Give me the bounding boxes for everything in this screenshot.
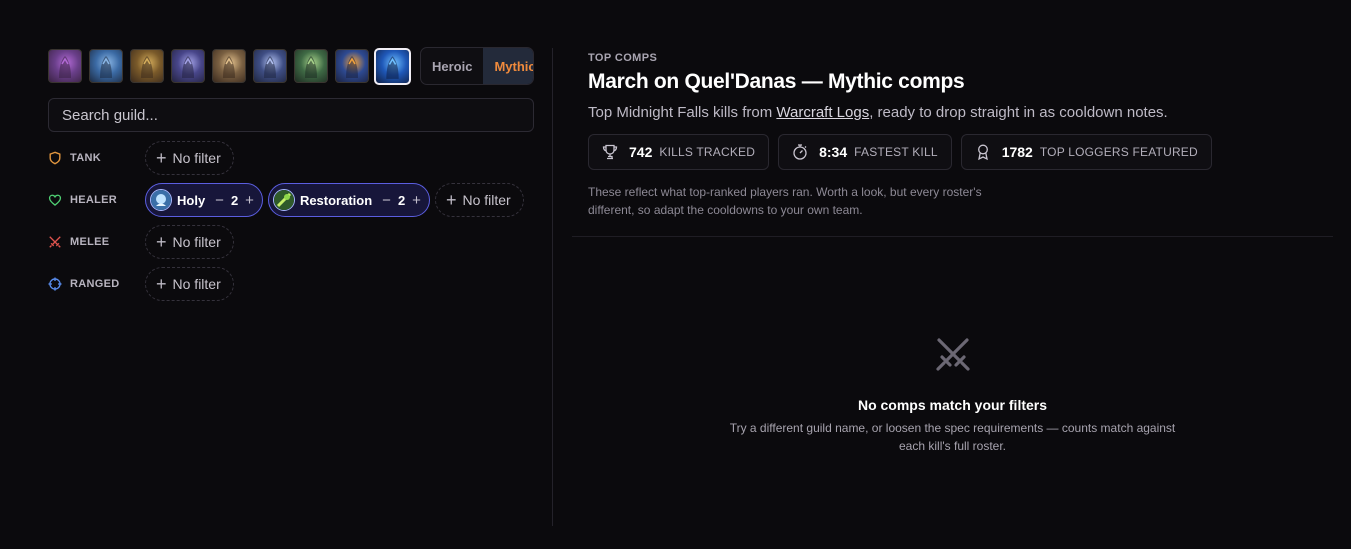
- boss-portrait-3-icon: [141, 56, 153, 78]
- boss-portrait-button[interactable]: [130, 49, 164, 83]
- spec-name: Holy: [177, 192, 206, 208]
- healer-add-filter-button[interactable]: + No filter: [434, 183, 524, 217]
- role-label-melee: MELEE: [48, 235, 145, 249]
- spec-count: 2: [230, 192, 239, 208]
- plus-icon: +: [156, 148, 167, 168]
- boss-portrait-6-icon: [264, 56, 276, 78]
- no-filter-label: No filter: [172, 150, 221, 166]
- role-tank-text: TANK: [70, 152, 101, 164]
- crossed-swords-icon: [935, 338, 970, 371]
- melee-add-filter-button[interactable]: + No filter: [145, 225, 234, 259]
- role-row-ranged: RANGED + No filter: [48, 263, 534, 305]
- spec-count: 2: [397, 192, 406, 208]
- empty-state-description-line: Try a different guild name, or loosen th…: [729, 421, 1176, 435]
- difficulty-mythic-button[interactable]: Mythic: [483, 48, 533, 84]
- stopwatch-icon: [793, 144, 807, 160]
- role-row-healer: HEALER Holy − 2 + Restoration − 2 + + No…: [48, 179, 534, 221]
- empty-state-title: No comps match your filters: [857, 397, 1048, 413]
- role-label-ranged: RANGED: [48, 277, 145, 291]
- boss-portrait-button[interactable]: [212, 49, 246, 83]
- section-eyebrow: TOP COMPS: [588, 52, 658, 64]
- search-guild-input[interactable]: Search guild...: [48, 98, 534, 132]
- empty-state: No comps match your filters Try a differ…: [572, 334, 1333, 455]
- stat-label: TOP LOGGERS FEATURED: [1039, 145, 1198, 159]
- stat-kills-tracked: 742 KILLS TRACKED: [588, 134, 770, 170]
- role-row-melee: MELEE + No filter: [48, 221, 534, 263]
- page-title: March on Quel'Danas — Mythic comps: [588, 70, 965, 93]
- award-ribbon-icon: [977, 144, 988, 161]
- boss-portrait-button[interactable]: [374, 47, 411, 85]
- trophy-icon: [602, 144, 618, 160]
- restoration-spec-icon: [272, 189, 295, 211]
- info-note: These reflect what top-ranked players ra…: [588, 185, 982, 217]
- empty-state-description: Try a different guild name, or loosen th…: [572, 419, 1333, 455]
- stats-row: 742 KILLS TRACKED 8:34 FASTEST KILL 1782…: [588, 134, 1333, 170]
- heart-icon: [48, 194, 62, 206]
- search-placeholder: Search guild...: [62, 106, 158, 124]
- panel-divider: [552, 48, 553, 526]
- stat-label: FASTEST KILL: [854, 145, 938, 159]
- boss-portrait-button[interactable]: [253, 49, 287, 83]
- stat-value: 742: [629, 144, 653, 160]
- subtitle-text-before: Top Midnight Falls kills from: [588, 104, 777, 121]
- shield-icon: [49, 151, 61, 165]
- boss-portrait-9-icon: [386, 55, 399, 79]
- boss-portrait-button[interactable]: [294, 49, 328, 83]
- stat-fastest-kill: 8:34 FASTEST KILL: [778, 134, 952, 170]
- stat-top-loggers: 1782 TOP LOGGERS FEATURED: [960, 134, 1212, 170]
- increment-button[interactable]: +: [412, 192, 421, 209]
- no-filter-label: No filter: [172, 276, 221, 292]
- section-divider: [572, 236, 1333, 237]
- healer-spec-chip-restoration: Restoration − 2 +: [267, 183, 430, 217]
- role-label-healer: HEALER: [48, 193, 145, 207]
- boss-portrait-4-icon: [182, 56, 194, 78]
- holy-spec-icon: [150, 189, 172, 211]
- subtitle-text-after: , ready to drop straight in as cooldown …: [869, 104, 1168, 121]
- ranged-add-filter-button[interactable]: + No filter: [145, 267, 234, 301]
- role-row-tank: TANK + No filter: [48, 137, 534, 179]
- role-label-tank: TANK: [48, 151, 145, 165]
- stat-value: 1782: [1001, 144, 1033, 160]
- boss-portrait-8-icon: [346, 56, 358, 78]
- stat-label: KILLS TRACKED: [659, 145, 756, 159]
- spec-name: Restoration: [299, 192, 373, 208]
- plus-icon: +: [445, 190, 457, 210]
- plus-icon: +: [156, 232, 167, 252]
- stat-value: 8:34: [819, 144, 848, 160]
- boss-portrait-1-icon: [59, 56, 71, 78]
- boss-portrait-button[interactable]: [335, 49, 369, 83]
- boss-portrait-button[interactable]: [48, 49, 82, 83]
- boss-portrait-7-icon: [305, 56, 317, 78]
- role-melee-text: MELEE: [70, 236, 110, 248]
- boss-portrait-button[interactable]: [89, 49, 123, 83]
- no-filter-label: No filter: [462, 192, 511, 208]
- no-filter-label: No filter: [172, 234, 221, 250]
- decrement-button[interactable]: −: [215, 192, 224, 209]
- decrement-button[interactable]: −: [382, 192, 391, 209]
- crossed-swords-icon: [49, 236, 61, 248]
- page-subtitle: Top Midnight Falls kills from Warcraft L…: [588, 104, 1333, 121]
- boss-portrait-button[interactable]: [171, 49, 205, 83]
- crosshair-icon: [48, 277, 62, 291]
- warcraft-logs-link[interactable]: Warcraft Logs: [776, 104, 869, 121]
- increment-button[interactable]: +: [245, 192, 254, 209]
- plus-icon: +: [156, 274, 167, 294]
- comps-panel: TOP COMPS March on Quel'Danas — Mythic c…: [572, 48, 1333, 453]
- difficulty-toggle: Heroic Mythic: [420, 47, 534, 85]
- role-ranged-text: RANGED: [70, 278, 120, 290]
- healer-spec-chip-holy: Holy − 2 +: [145, 183, 263, 217]
- boss-portrait-2-icon: [100, 56, 112, 78]
- filter-panel: Heroic Mythic Search guild... TANK + No …: [48, 47, 534, 305]
- boss-portrait-5-icon: [223, 56, 235, 78]
- role-healer-text: HEALER: [70, 194, 118, 206]
- empty-state-description-line: each kill's full roster.: [899, 439, 1006, 453]
- boss-selector: Heroic Mythic: [48, 47, 534, 85]
- tank-add-filter-button[interactable]: + No filter: [145, 141, 234, 175]
- difficulty-heroic-button[interactable]: Heroic: [421, 48, 483, 84]
